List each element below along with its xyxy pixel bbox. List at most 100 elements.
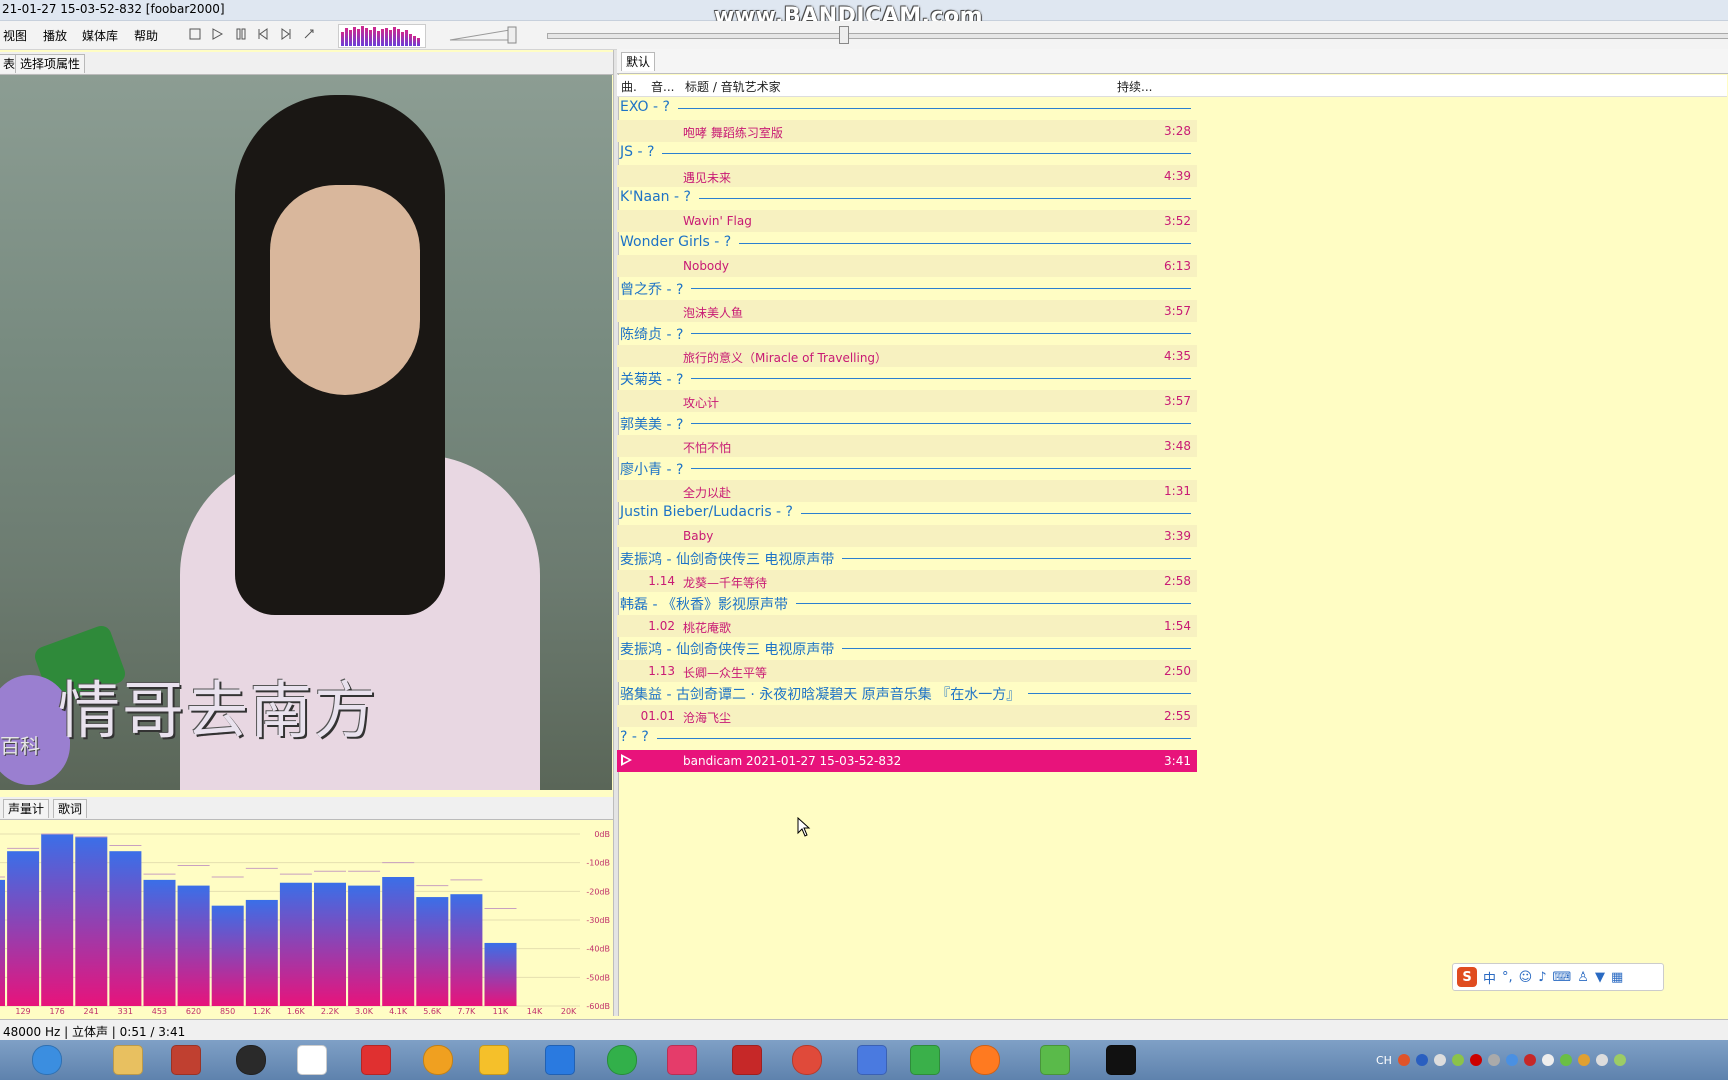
emoji-icon[interactable]: ☺: [1519, 970, 1533, 985]
seek-thumb[interactable]: [839, 26, 849, 44]
app-tray-icon[interactable]: [1451, 1054, 1464, 1066]
stop-button[interactable]: [188, 27, 202, 41]
now-playing-row[interactable]: bandicam 2021-01-27 15-03-52-832 3:41: [617, 749, 1197, 772]
alien-app-icon[interactable]: [292, 1044, 332, 1076]
track-row[interactable]: 全力以赴 1:31: [617, 479, 1197, 502]
track-row[interactable]: 攻心计 3:57: [617, 389, 1197, 412]
track-row[interactable]: 泡沫美人鱼 3:57: [617, 299, 1197, 322]
shield-tray-icon[interactable]: [1505, 1054, 1518, 1066]
tab-lyrics[interactable]: 歌词: [53, 799, 88, 818]
menu-library[interactable]: 媒体库: [82, 27, 118, 44]
power-tray-icon[interactable]: [1487, 1054, 1500, 1066]
track-row[interactable]: 不怕不怕 3:48: [617, 434, 1197, 457]
group-header[interactable]: 陈绮贞 - ?: [617, 322, 1197, 344]
next-button[interactable]: [279, 27, 293, 41]
record-tray-icon[interactable]: [1469, 1054, 1482, 1066]
flash-icon[interactable]: [727, 1044, 767, 1076]
help-tray-icon[interactable]: [1415, 1054, 1428, 1066]
sogou-tray-icon[interactable]: [1397, 1054, 1410, 1066]
track-duration: 3:41: [1164, 753, 1191, 768]
video-player-icon[interactable]: [166, 1044, 206, 1076]
group-header[interactable]: EXO - ?: [617, 97, 1197, 119]
tab-default-playlist[interactable]: 默认: [621, 52, 656, 71]
track-row[interactable]: 1.14 龙葵—千年等待 2:58: [617, 569, 1197, 592]
group-header[interactable]: 骆集益 - 古剑奇谭二 · 永夜初晗凝碧天 原声音乐集 『在水一方』: [617, 682, 1197, 704]
column-audio[interactable]: 音...: [651, 78, 674, 95]
group-header[interactable]: Justin Bieber/Ludacris - ?: [617, 502, 1197, 524]
volume-tray-icon[interactable]: [1595, 1054, 1608, 1066]
group-header[interactable]: 麦振鸿 - 仙剑奇侠传三 电视原声带: [617, 637, 1197, 659]
flash-tray-icon[interactable]: [1523, 1054, 1536, 1066]
group-header[interactable]: ? - ?: [617, 727, 1197, 749]
track-row[interactable]: 1.13 长卿—众生平等 2:50: [617, 659, 1197, 682]
group-header[interactable]: 韩磊 - 《秋香》影视原声带: [617, 592, 1197, 614]
group-header[interactable]: 麦振鸿 - 仙剑奇侠传三 电视原声带: [617, 547, 1197, 569]
track-row[interactable]: 1.02 桃花庵歌 1:54: [617, 614, 1197, 637]
track-row[interactable]: Baby 3:39: [617, 524, 1197, 547]
column-title-artist[interactable]: 标题 / 音轨艺术家: [685, 78, 781, 95]
misc-tray-icon[interactable]: [1613, 1054, 1626, 1066]
track-row[interactable]: 遇见未来 4:39: [617, 164, 1197, 187]
group-header[interactable]: 廖小青 - ?: [617, 457, 1197, 479]
punctuation-icon[interactable]: °,: [1502, 970, 1513, 985]
app-1-icon[interactable]: [540, 1044, 580, 1076]
ime-mode[interactable]: 中: [1483, 968, 1496, 987]
column-track-number[interactable]: 曲.: [621, 78, 637, 95]
spectrum-x-label: 2.2K: [321, 1007, 340, 1016]
group-header[interactable]: 关菊英 - ?: [617, 367, 1197, 389]
netease-music-icon[interactable]: [356, 1044, 396, 1076]
tab-peak-meter[interactable]: 声量计: [3, 799, 50, 818]
speaker-tray-icon[interactable]: [1541, 1054, 1554, 1066]
toolbox-icon[interactable]: ▦: [1611, 970, 1623, 985]
previous-button[interactable]: [256, 27, 270, 41]
iqiyi-icon[interactable]: [602, 1044, 642, 1076]
volume-slider[interactable]: [448, 26, 520, 44]
group-header[interactable]: 郭美美 - ?: [617, 412, 1197, 434]
media-icon[interactable]: [905, 1044, 945, 1076]
spectrum-bar: [416, 897, 449, 1006]
record-icon[interactable]: [1101, 1044, 1141, 1076]
track-title: 沧海飞尘: [683, 710, 732, 725]
network-tray-icon[interactable]: [1433, 1054, 1446, 1066]
track-row[interactable]: Wavin' Flag 3:52: [617, 209, 1197, 232]
track-row[interactable]: 01.01 沧海飞尘 2:55: [617, 704, 1197, 727]
track-duration: 3:52: [1164, 213, 1191, 228]
youku-icon[interactable]: [662, 1044, 702, 1076]
search-icon[interactable]: [27, 1044, 67, 1076]
chrome-icon[interactable]: [787, 1044, 827, 1076]
track-number: 01.01: [640, 708, 675, 723]
track-row[interactable]: 旅行的意义（Miracle of Travelling） 4:35: [617, 344, 1197, 367]
group-header[interactable]: K'Naan - ?: [617, 187, 1197, 209]
menu-help[interactable]: 帮助: [134, 27, 158, 44]
track-row[interactable]: 咆哮 舞蹈练习室版 3:28: [617, 119, 1197, 142]
column-duration[interactable]: 持续...: [1117, 78, 1152, 95]
menu-playback[interactable]: 播放: [43, 27, 67, 44]
potplayer-icon[interactable]: [474, 1044, 514, 1076]
playlist: EXO - ? 咆哮 舞蹈练习室版 3:28 JS - ? 遇见未来 4:39 K'Naan…: [617, 97, 1197, 777]
group-header[interactable]: JS - ?: [617, 142, 1197, 164]
group-header[interactable]: 曾之乔 - ?: [617, 277, 1197, 299]
menu-view[interactable]: 视图: [3, 27, 27, 44]
add-tray-icon[interactable]: [1559, 1054, 1572, 1066]
language-indicator[interactable]: CH: [1376, 1054, 1392, 1067]
firefox-icon[interactable]: [965, 1044, 1005, 1076]
file-explorer-icon[interactable]: [108, 1044, 148, 1076]
ime-toolbar[interactable]: S 中 °, ☺ ♪ ⌨ ♙ ▼ ▦: [1452, 963, 1664, 991]
seek-bar[interactable]: [547, 33, 1728, 39]
spectrum-x-label: 4.1K: [389, 1007, 408, 1016]
browser-icon[interactable]: [418, 1044, 458, 1076]
skin-icon[interactable]: ▼: [1595, 970, 1605, 985]
keyboard-icon[interactable]: ⌨: [1553, 970, 1572, 985]
microphone-icon[interactable]: ♪: [1538, 970, 1546, 985]
group-header[interactable]: Wonder Girls - ?: [617, 232, 1197, 254]
clock-tray-icon[interactable]: [1577, 1054, 1590, 1066]
tab-selection-properties[interactable]: 选择项属性: [15, 54, 86, 73]
headphones-icon[interactable]: [231, 1044, 271, 1076]
pause-button[interactable]: [234, 27, 248, 41]
user-icon[interactable]: ♙: [1577, 970, 1589, 985]
random-button[interactable]: [302, 27, 316, 41]
play-button[interactable]: [210, 27, 224, 41]
track-row[interactable]: Nobody 6:13: [617, 254, 1197, 277]
bird-app-icon[interactable]: [852, 1044, 892, 1076]
refresh-app-icon[interactable]: [1035, 1044, 1075, 1076]
